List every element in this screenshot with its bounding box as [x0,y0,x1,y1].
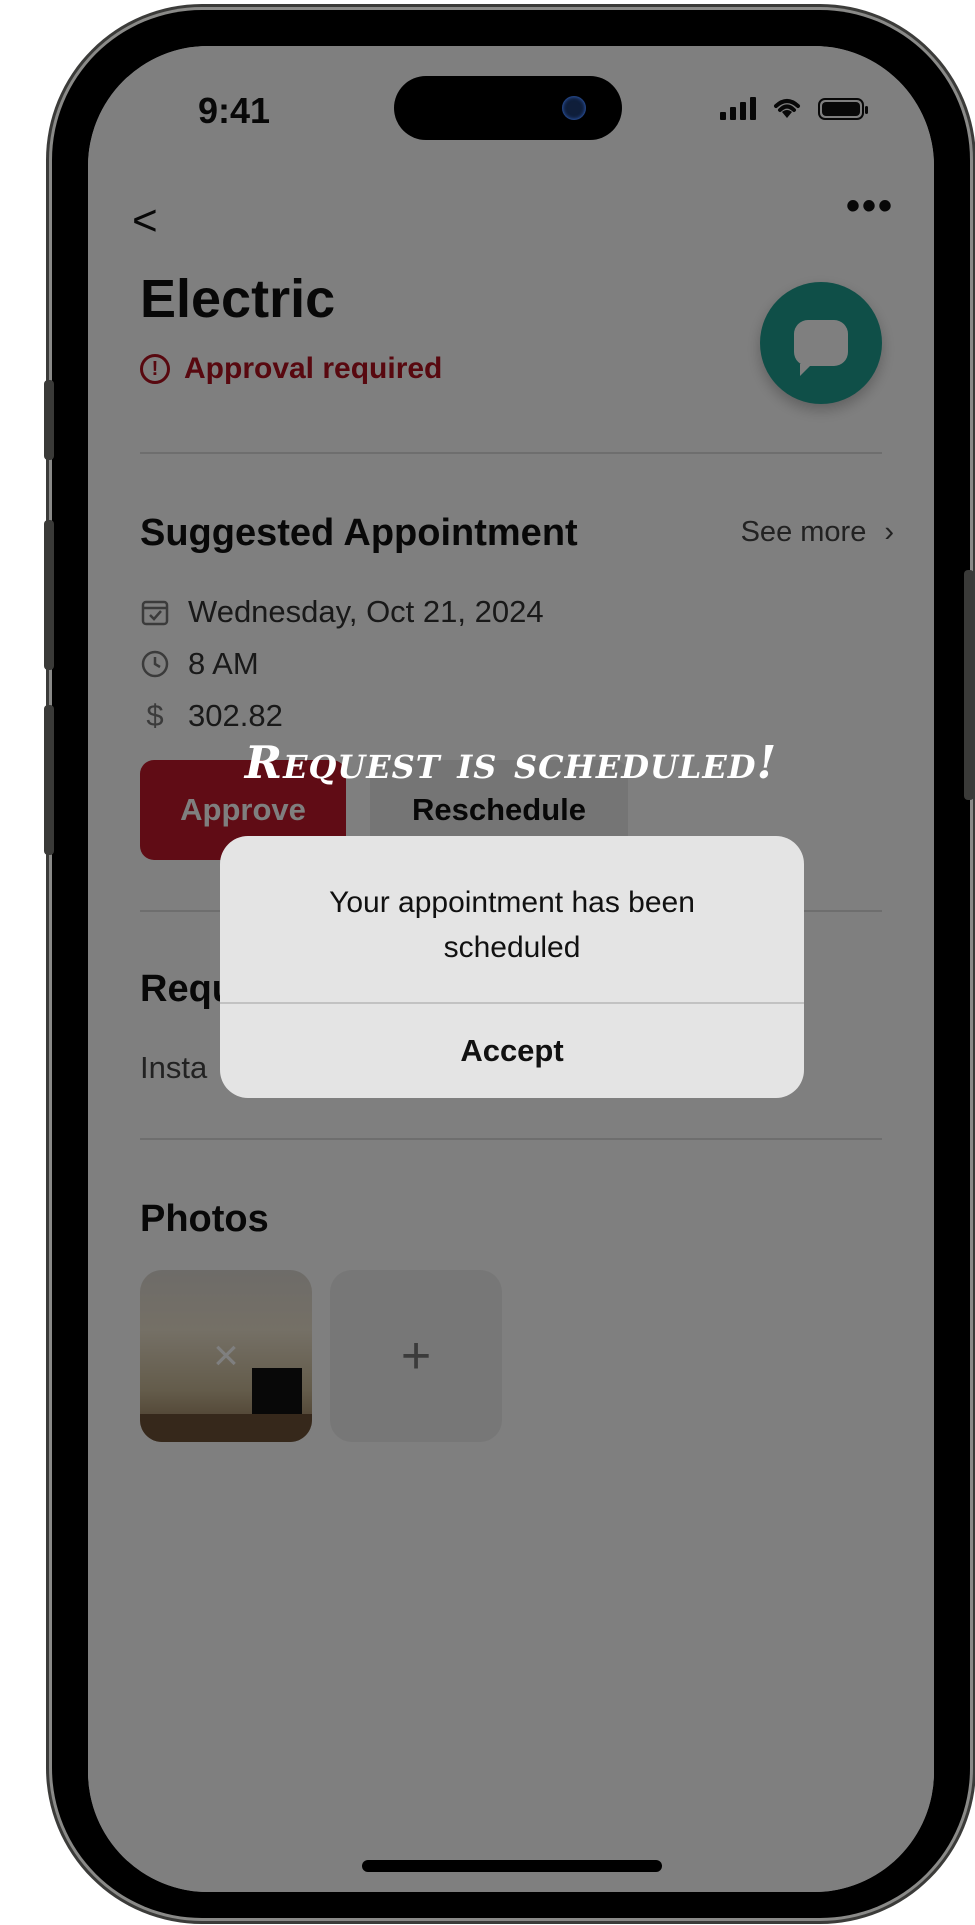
phone-power-button [964,570,974,800]
phone-action-button [44,380,54,460]
phone-volume-down-button [44,705,54,855]
phone-volume-up-button [44,520,54,670]
phone-screen: 9:41 < ••• Electric ! Approval required … [88,46,934,1892]
dialog-message: Your appointment has been scheduled [329,886,695,964]
accept-button[interactable]: Accept [220,1004,804,1098]
dynamic-island [394,76,622,140]
scheduled-banner: Request is scheduled! [244,736,778,789]
camera-icon [562,96,586,120]
confirmation-dialog: Your appointment has been scheduled Acce… [220,836,804,1098]
